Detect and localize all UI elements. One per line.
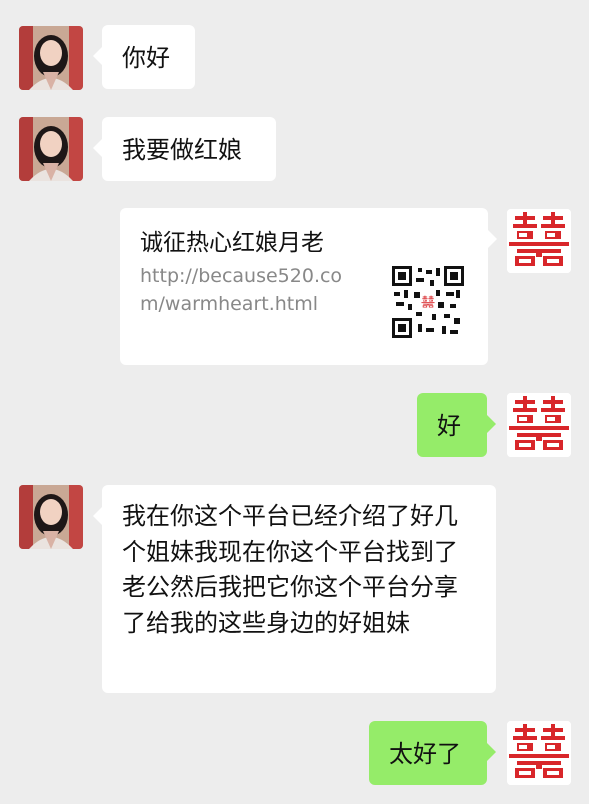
- link-card-url: http://because520.com/warmheart.html: [140, 265, 343, 315]
- woman-photo-avatar-icon: [19, 26, 83, 90]
- my-avatar[interactable]: [507, 721, 571, 785]
- message-text: 太好了: [389, 740, 461, 768]
- outgoing-message-bubble[interactable]: 太好了: [369, 721, 496, 785]
- double-happiness-avatar-icon: [507, 209, 571, 273]
- contact-avatar[interactable]: [19, 26, 83, 90]
- contact-avatar[interactable]: [19, 485, 83, 549]
- incoming-message-bubble[interactable]: 我在你这个平台已经介绍了好几个姐妹我现在你这个平台找到了老公然后我把它你这个平台…: [93, 485, 496, 693]
- woman-photo-avatar-icon: [19, 117, 83, 181]
- qr-code-icon: [392, 266, 464, 338]
- woman-photo-avatar-icon: [19, 485, 83, 549]
- incoming-message-bubble[interactable]: 你好: [93, 25, 195, 89]
- link-card-title: 诚征热心红娘月老: [140, 230, 324, 256]
- double-happiness-avatar-icon: [507, 721, 571, 785]
- link-card-message[interactable]: 诚征热心红娘月老 http://because520.com/warmheart…: [120, 208, 497, 365]
- double-happiness-avatar-icon: [507, 393, 571, 457]
- outgoing-message-bubble[interactable]: 好: [417, 393, 496, 457]
- message-text: 我要做红娘: [122, 136, 242, 164]
- message-text: 好: [437, 412, 461, 440]
- message-text: 你好: [122, 44, 170, 72]
- incoming-message-bubble[interactable]: 我要做红娘: [93, 117, 276, 181]
- my-avatar[interactable]: [507, 209, 571, 273]
- contact-avatar[interactable]: [19, 117, 83, 181]
- my-avatar[interactable]: [507, 393, 571, 457]
- message-text: 我在你这个平台已经介绍了好几个姐妹我现在你这个平台找到了老公然后我把它你这个平台…: [122, 502, 458, 637]
